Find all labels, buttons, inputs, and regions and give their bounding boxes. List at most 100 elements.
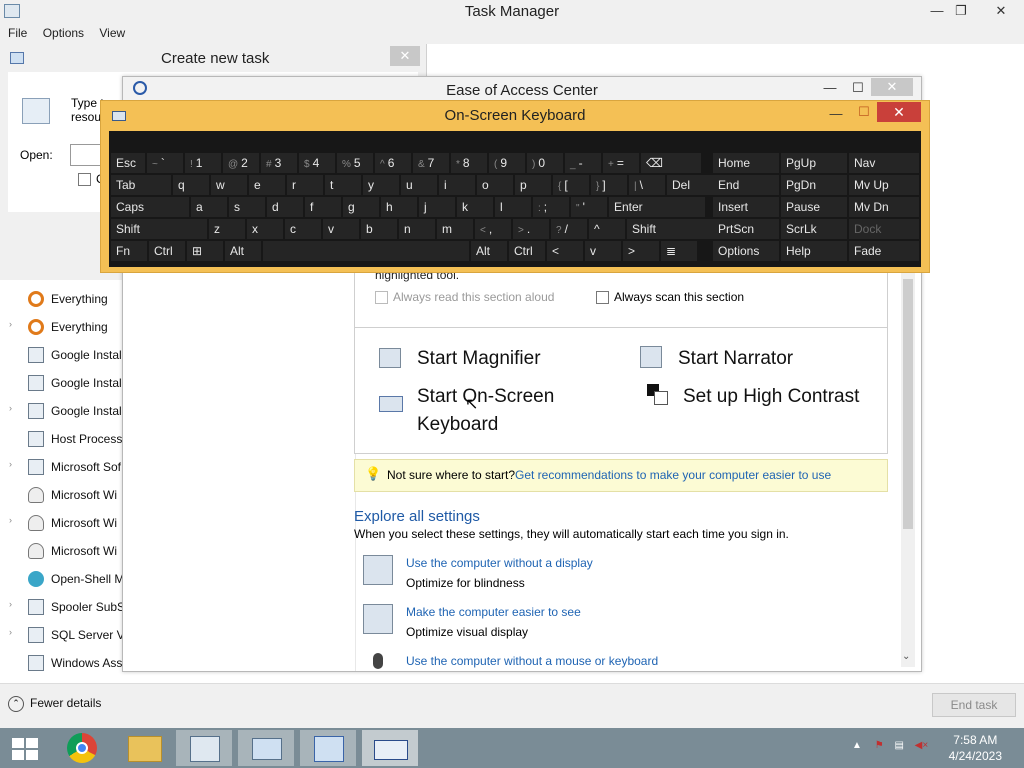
control-panel-taskbar-button[interactable]	[300, 730, 356, 766]
osk-key[interactable]: y	[363, 175, 399, 195]
osk-key[interactable]: g	[343, 197, 379, 217]
osk-key[interactable]: #3	[261, 153, 297, 173]
osk-key[interactable]: z	[209, 219, 245, 239]
osk-key[interactable]: d	[267, 197, 303, 217]
process-row[interactable]: › Spooler SubSy	[0, 594, 131, 620]
osk-key[interactable]: o	[477, 175, 513, 195]
osk-key[interactable]: q	[173, 175, 209, 195]
osk-side-key[interactable]: Options	[713, 241, 779, 261]
osk-key[interactable]: j	[419, 197, 455, 217]
osk-key[interactable]: w	[211, 175, 247, 195]
osk-key[interactable]: Caps	[111, 197, 189, 217]
osk-key[interactable]: ⊞	[187, 241, 223, 261]
eoa-close-button[interactable]: ✕	[871, 78, 913, 96]
osk-side-key[interactable]: Insert	[713, 197, 779, 217]
restore-button[interactable]: ❐	[946, 0, 976, 22]
osk-key[interactable]: ^	[589, 219, 625, 239]
osk-key[interactable]: l	[495, 197, 531, 217]
osk-key[interactable]: m	[437, 219, 473, 239]
osk-key[interactable]: $4	[299, 153, 335, 173]
osk-side-key[interactable]: Pause	[781, 197, 847, 217]
start-magnifier-link[interactable]: Start Magnifier	[417, 348, 541, 370]
osk-side-key[interactable]: End	[713, 175, 779, 195]
osk-key[interactable]: <,	[475, 219, 511, 239]
menu-options[interactable]: Options	[43, 24, 84, 42]
scrollbar-thumb[interactable]	[903, 279, 913, 529]
process-row[interactable]: Microsoft Wi	[0, 538, 128, 564]
osk-key[interactable]: <	[547, 241, 583, 261]
expand-chevron-icon[interactable]: ›	[9, 459, 12, 469]
osk-key[interactable]: & 7	[413, 153, 449, 173]
osk-key[interactable]: u	[401, 175, 437, 195]
chrome-taskbar-button[interactable]	[54, 730, 110, 766]
osk-side-key[interactable]: Dock	[849, 219, 919, 239]
osk-side-key[interactable]: Mv Up	[849, 175, 919, 195]
process-row[interactable]: › SQL Server VS	[0, 622, 133, 648]
explorer-taskbar-button[interactable]	[116, 730, 172, 766]
osk-key[interactable]: Enter	[609, 197, 705, 217]
osk-key[interactable]: ^ 6	[375, 153, 411, 173]
osk-key[interactable]: p	[515, 175, 551, 195]
osk-close-button[interactable]: ✕	[877, 102, 921, 122]
osk-side-key[interactable]: Nav	[849, 153, 919, 173]
scroll-down-arrow[interactable]: ⌄	[902, 651, 910, 662]
eoa-maximize-button[interactable]: ☐	[843, 77, 873, 99]
start-osk-link[interactable]: Start On-Screen	[417, 386, 554, 408]
osk-side-key[interactable]: PgUp	[781, 153, 847, 173]
osk-key[interactable]: Shift	[627, 219, 723, 239]
process-row[interactable]: Everything	[0, 286, 128, 312]
expand-chevron-icon[interactable]: ›	[9, 627, 12, 637]
show-hidden-icons[interactable]: ▲	[852, 740, 862, 751]
osk-key[interactable]: h	[381, 197, 417, 217]
fewer-details-button[interactable]: ⌃ Fewer details	[8, 696, 101, 712]
setting-link-see[interactable]: Make the computer easier to see	[406, 605, 581, 619]
osk-key[interactable]: n	[399, 219, 435, 239]
process-row[interactable]: › Google Install	[0, 398, 128, 424]
osk-maximize-button[interactable]: ☐	[849, 101, 879, 123]
expand-chevron-icon[interactable]: ›	[9, 599, 12, 609]
osk-key[interactable]: Tab	[111, 175, 171, 195]
end-task-button[interactable]: End task	[932, 693, 1016, 717]
action-center-icon[interactable]: ⚑	[875, 740, 884, 751]
osk-key[interactable]: @2	[223, 153, 259, 173]
osk-key[interactable]: f	[305, 197, 341, 217]
process-row[interactable]: Host Process	[0, 426, 128, 452]
osk-key[interactable]: Fn	[111, 241, 147, 261]
osk-key[interactable]: e	[249, 175, 285, 195]
osk-key[interactable]: a	[191, 197, 227, 217]
osk-key[interactable]: * 8	[451, 153, 487, 173]
menu-view[interactable]: View	[99, 24, 125, 42]
osk-key[interactable]: % 5	[337, 153, 373, 173]
osk-taskbar-button[interactable]	[362, 730, 418, 766]
osk-key[interactable]: v	[585, 241, 621, 261]
task-manager-taskbar-button[interactable]	[176, 730, 232, 766]
osk-key[interactable]: _ -	[565, 153, 601, 173]
osk-side-key[interactable]: Fade	[849, 241, 919, 261]
osk-key[interactable]: + =	[603, 153, 639, 173]
osk-key[interactable]: :;	[533, 197, 569, 217]
setting-link-mouse[interactable]: Use the computer without a mouse or keyb…	[406, 654, 658, 668]
volume-icon[interactable]: ◀×	[915, 740, 929, 751]
osk-key[interactable]: Esc	[111, 153, 145, 173]
menu-file[interactable]: File	[8, 24, 27, 42]
process-row[interactable]: Google Install	[0, 342, 128, 368]
process-row[interactable]: Open-Shell M	[0, 566, 128, 592]
network-icon[interactable]: ▤	[894, 740, 903, 751]
recommendations-link[interactable]: Get recommendations to make your compute…	[515, 468, 831, 482]
start-osk-link-line2[interactable]: Keyboard	[417, 414, 498, 436]
osk-key[interactable]: ? /	[551, 219, 587, 239]
osk-key[interactable]: Alt	[471, 241, 507, 261]
osk-key[interactable]: " '	[571, 197, 607, 217]
osk-key[interactable]: Ctrl	[509, 241, 545, 261]
osk-key[interactable]: ≣	[661, 241, 697, 261]
osk-key[interactable]: | \	[629, 175, 665, 195]
osk-key[interactable]: >	[623, 241, 659, 261]
expand-chevron-icon[interactable]: ›	[9, 515, 12, 525]
osk-key[interactable]	[263, 241, 469, 261]
osk-key[interactable]: >.	[513, 219, 549, 239]
process-row[interactable]: › Everything	[0, 314, 128, 340]
dialog-close-button[interactable]: ✕	[390, 46, 420, 66]
expand-chevron-icon[interactable]: ›	[9, 403, 12, 413]
osk-key[interactable]: t	[325, 175, 361, 195]
osk-key[interactable]: }]	[591, 175, 627, 195]
